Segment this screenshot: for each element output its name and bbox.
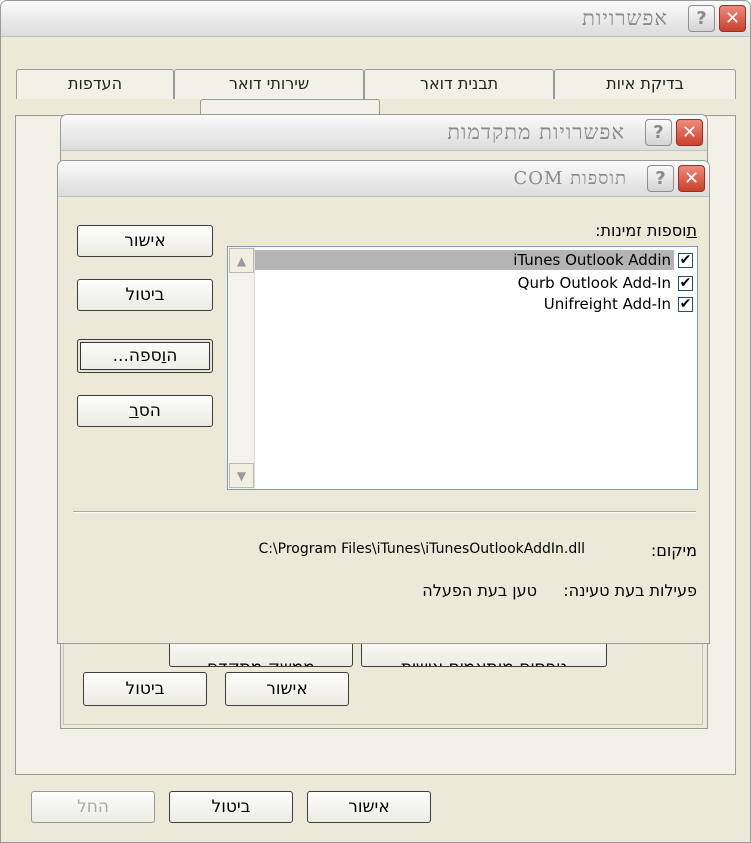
tab-mail-services[interactable]: שירותי דואר (174, 69, 364, 99)
location-value: C:\Program Files\iTunes\iTunesOutlookAdd… (258, 541, 585, 557)
addin-checkbox[interactable]: ✔ (678, 296, 693, 312)
addins-list-label-hotkey: ת (686, 221, 697, 240)
listbox-scrollbar[interactable]: ▲ ▼ (228, 247, 255, 489)
location-label: מיקום: (650, 541, 697, 560)
load-behavior-value: טען בעת הפעלה (422, 581, 537, 600)
load-behavior-label: פעילות בעת טעינה: (563, 581, 697, 600)
arrow-up-icon[interactable]: ▲ (229, 248, 254, 273)
com-addins-window: תוספות COM ? ✕ תוספות זמינות: ▲ ▼ ✔ iTun… (57, 160, 710, 644)
com-cancel-button[interactable]: ביטול (77, 279, 213, 311)
com-title: תוספות COM (513, 168, 627, 189)
remove-button-label-start: הס (138, 401, 161, 421)
addins-listbox[interactable]: ▲ ▼ ✔ iTunes Outlook Addin ✔ Qurb Outloo… (227, 246, 698, 490)
close-icon[interactable]: ✕ (678, 165, 705, 192)
addin-name: Unifreight Add-In (543, 295, 671, 313)
addin-name: Qurb Outlook Add-In (517, 274, 671, 292)
tab-preferences[interactable]: העדפות (16, 69, 174, 99)
options-cancel-button[interactable]: ביטול (169, 791, 293, 823)
addin-name: iTunes Outlook Addin (255, 250, 674, 270)
addin-checkbox[interactable]: ✔ (678, 275, 693, 291)
addins-list-label: תוספות זמינות: (595, 221, 697, 240)
options-title: אפשרויות (582, 6, 668, 30)
options-apply-button[interactable]: החל (31, 791, 155, 823)
advanced-ok-button[interactable]: אישור (225, 672, 349, 706)
addin-row[interactable]: ✔ Unifreight Add-In (255, 293, 697, 315)
options-ok-button[interactable]: אישור (307, 791, 431, 823)
add-button-label-end: ספה... (112, 346, 162, 366)
help-icon[interactable]: ? (688, 5, 715, 32)
arrow-down-icon[interactable]: ▼ (229, 463, 254, 488)
tab-spelling[interactable]: בדיקת איות (554, 69, 736, 99)
advanced-titlebar[interactable]: אפשרויות מתקדמות ? ✕ (61, 115, 707, 151)
add-button-label-hotkey: ו (161, 346, 167, 366)
close-icon[interactable]: ✕ (676, 119, 703, 146)
advanced-title: אפשרויות מתקדמות (447, 120, 625, 144)
com-divider (73, 511, 696, 513)
com-ok-button[interactable]: אישור (77, 225, 213, 257)
com-titlebar[interactable]: תוספות COM ? ✕ (58, 161, 709, 197)
help-icon[interactable]: ? (645, 119, 672, 146)
addin-row[interactable]: ✔ Qurb Outlook Add-In (255, 272, 697, 294)
advanced-forms-label: טפסים מותאמים אישית (401, 658, 567, 666)
addin-row[interactable]: ✔ iTunes Outlook Addin (255, 249, 697, 271)
tab-mail-format[interactable]: תבנית דואר (364, 69, 554, 99)
add-button-label-start: ה (166, 346, 178, 366)
close-icon[interactable]: ✕ (719, 5, 746, 32)
tab-other[interactable] (200, 99, 380, 115)
addins-list-label-rest: וספות זמינות: (595, 221, 687, 240)
advanced-ui-label: ממשק מתקדם (207, 658, 315, 666)
add-button[interactable]: ה ו ספה... (77, 339, 213, 373)
help-icon[interactable]: ? (647, 165, 674, 192)
remove-button-label-hotkey: ר (129, 401, 139, 421)
addin-checkbox[interactable]: ✔ (678, 252, 693, 268)
options-titlebar[interactable]: אפשרויות ? ✕ (1, 1, 750, 37)
remove-button[interactable]: הס ר (77, 395, 213, 427)
advanced-cancel-button[interactable]: ביטול (83, 672, 207, 706)
